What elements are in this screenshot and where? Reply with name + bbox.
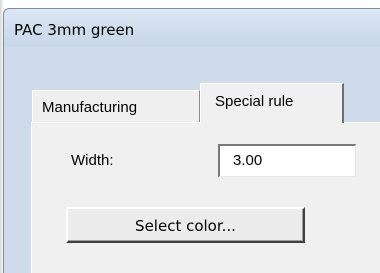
width-label: Width: (71, 152, 114, 169)
tab-special-rule-label: Special rule (215, 93, 294, 110)
window-title: PAC 3mm green (14, 21, 135, 39)
dialog-screenshot: PAC 3mm green Manufacturing Special rule… (0, 0, 380, 273)
select-color-button[interactable]: Select color... (66, 207, 305, 243)
width-field-value: 3.00 (233, 152, 263, 169)
title-bar[interactable]: PAC 3mm green (4, 9, 380, 47)
select-color-button-label: Select color... (135, 217, 236, 235)
tab-manufacturing-label: Manufacturing (42, 99, 138, 116)
tab-manufacturing[interactable]: Manufacturing (32, 90, 200, 122)
tab-special-rule[interactable]: Special rule (200, 83, 344, 123)
width-field[interactable]: 3.00 (218, 144, 356, 177)
